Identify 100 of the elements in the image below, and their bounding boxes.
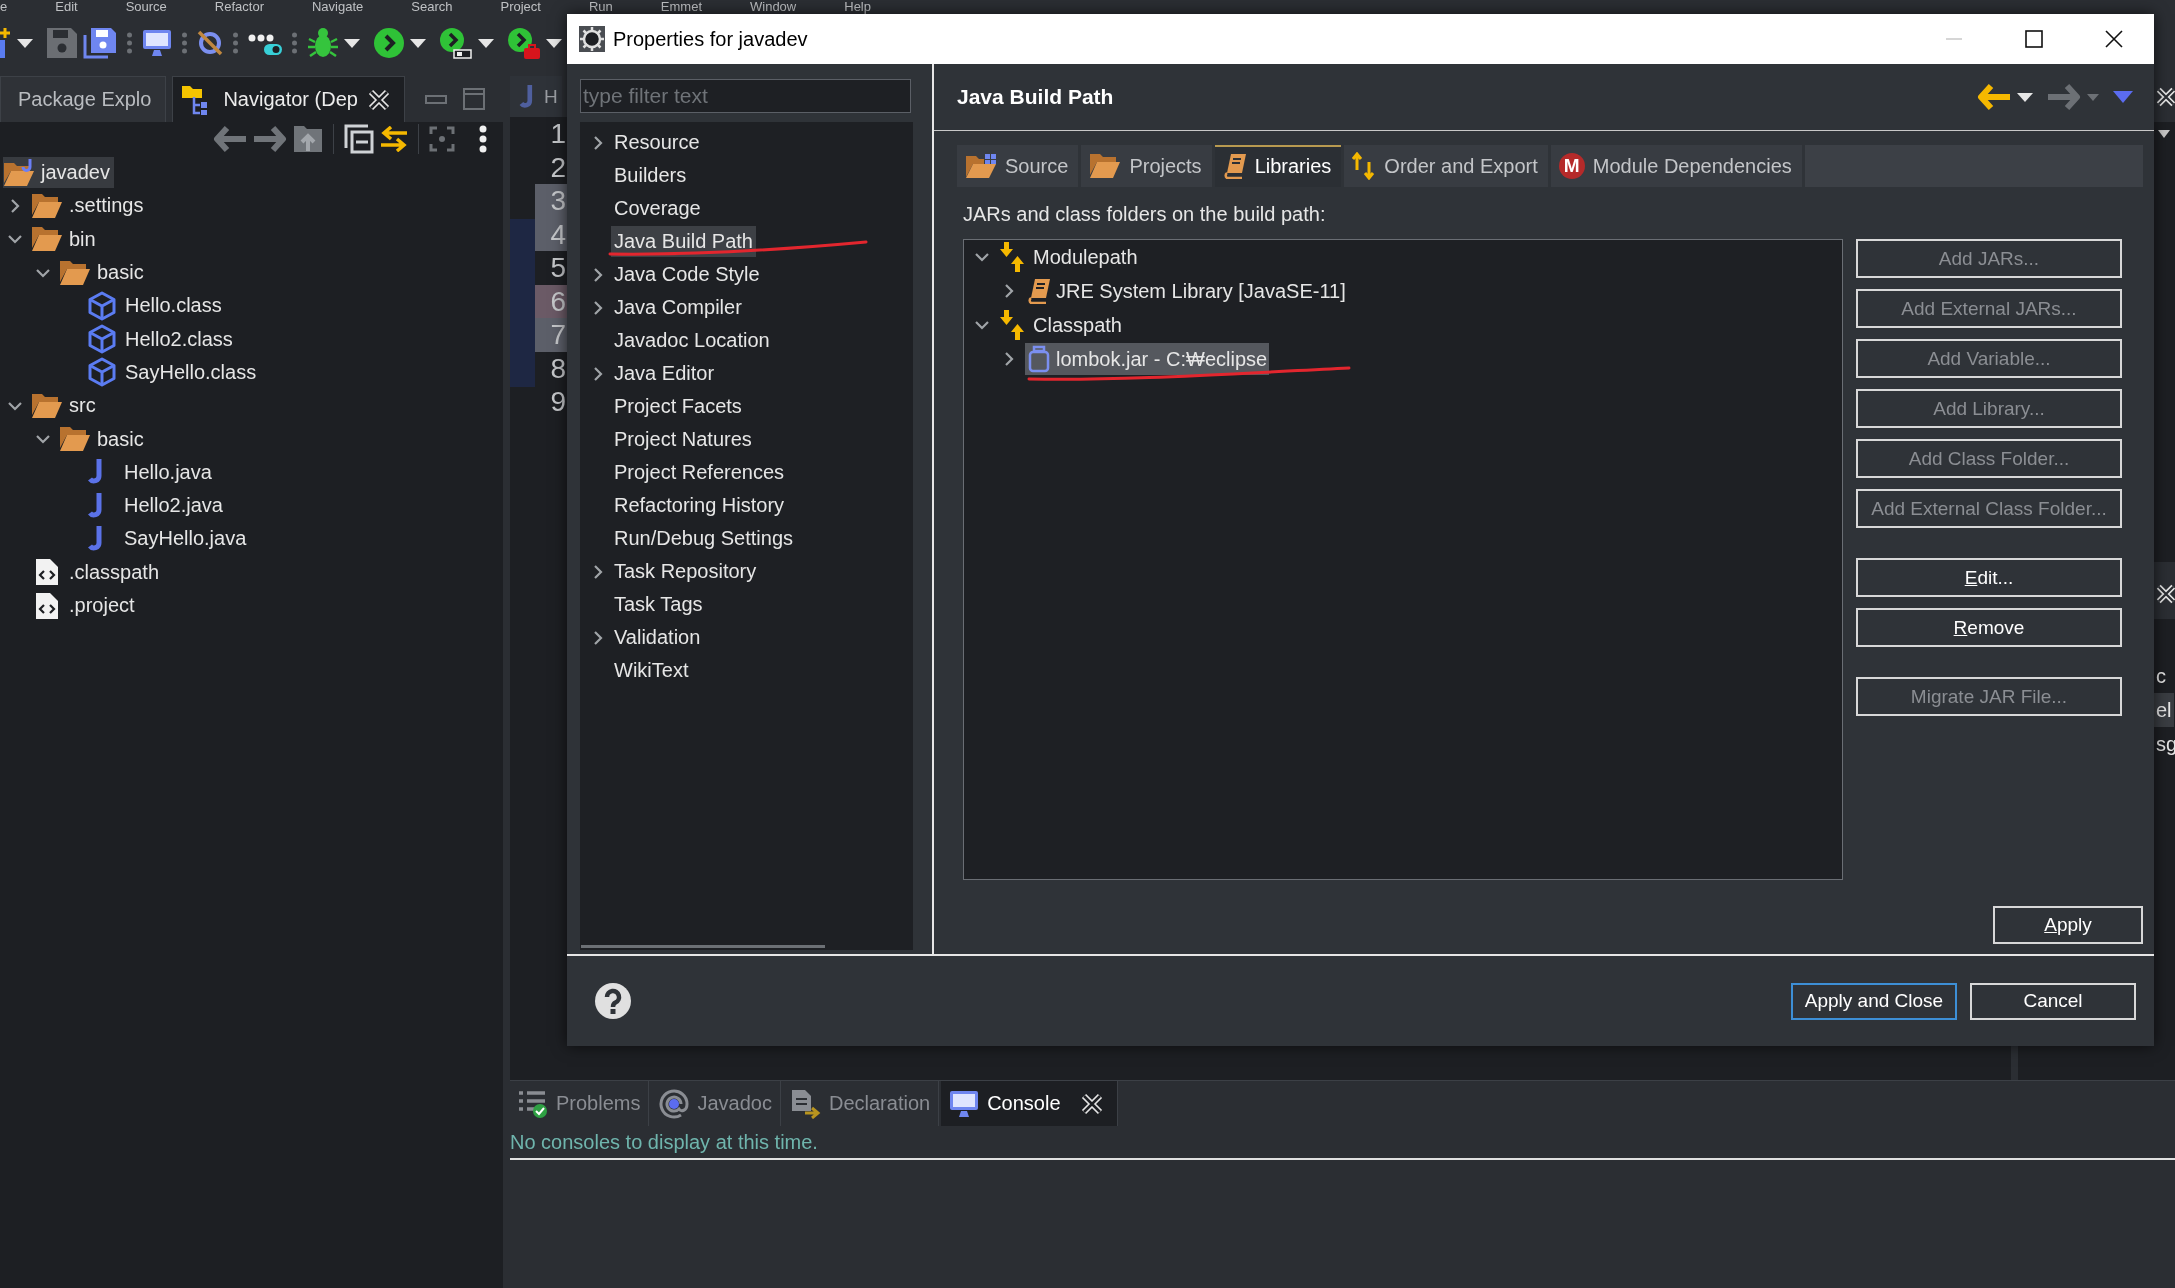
category-item[interactable]: Java Editor [611, 358, 718, 389]
swap-arrows-icon[interactable] [380, 126, 408, 152]
side-list-item[interactable]: sg [2154, 727, 2175, 761]
view-tab[interactable]: Navigator (Dep [172, 76, 405, 122]
forward-arrow-icon[interactable] [253, 125, 287, 153]
menu-item[interactable]: Edit [55, 0, 78, 14]
tree-item[interactable]: Classpath [998, 309, 1124, 341]
up-folder-icon[interactable] [293, 125, 323, 153]
action-button[interactable]: Remove [1856, 608, 2122, 647]
category-item[interactable]: Java Code Style [611, 259, 763, 290]
dialog-button[interactable]: Cancel [1970, 982, 2136, 1020]
panel-tab[interactable]: Declaration [783, 1081, 940, 1126]
focus-icon[interactable] [429, 126, 455, 152]
action-button[interactable]: Edit... [1856, 558, 2122, 597]
category-item[interactable]: Validation [611, 622, 704, 653]
menu-item[interactable]: e [0, 0, 8, 14]
category-item[interactable]: WikiText [611, 655, 692, 686]
scrollbar[interactable] [581, 945, 825, 948]
menu-item[interactable]: Run [588, 0, 613, 14]
category-item[interactable]: Builders [611, 160, 690, 191]
bug-icon[interactable] [307, 27, 339, 59]
filter-field[interactable]: type filter text [580, 79, 911, 113]
save-all-icon[interactable] [83, 27, 117, 59]
category-item[interactable]: Java Build Path [611, 226, 756, 257]
side-list-item[interactable]: c [2154, 659, 2168, 693]
close-icon[interactable] [2156, 87, 2175, 107]
menu-item[interactable]: Emmet [660, 0, 702, 14]
category-item[interactable]: Java Compiler [611, 292, 745, 323]
tree-item[interactable]: lombok.jar - C:₩eclipse [1025, 343, 1270, 375]
page-tab[interactable]: M Module Dependencies [1550, 145, 1805, 187]
menu-item[interactable]: Search [411, 0, 453, 14]
panel-tab[interactable]: Console [941, 1081, 1118, 1126]
tree-item[interactable]: Hello2.class [87, 323, 237, 355]
apply-button[interactable]: Apply [1993, 906, 2143, 944]
tree-item[interactable]: basic [59, 257, 148, 289]
page-tab[interactable]: Order and Export [1344, 145, 1551, 187]
category-item[interactable]: Project Facets [611, 391, 745, 422]
maximize-icon[interactable] [2025, 30, 2043, 48]
menu-item[interactable]: Window [750, 0, 797, 14]
monitor-icon[interactable] [142, 29, 172, 57]
page-tab[interactable]: Libraries [1214, 145, 1345, 187]
back-arrow-icon[interactable] [1977, 83, 2011, 111]
tree-item[interactable]: Hello.java [87, 456, 216, 488]
tree-item[interactable]: bin [31, 223, 100, 255]
menu-item[interactable]: Navigate [312, 0, 364, 14]
panel-tab[interactable]: Problems [510, 1081, 650, 1126]
category-item[interactable]: Resource [611, 127, 703, 158]
tree-item[interactable]: SayHello.java [87, 523, 251, 555]
menu-item[interactable]: Refactor [214, 0, 264, 14]
category-item[interactable]: Javadoc Location [611, 325, 773, 356]
category-item[interactable]: Refactoring History [611, 490, 788, 521]
page-tab[interactable]: Source [957, 145, 1082, 187]
menu-item[interactable]: Project [500, 0, 541, 14]
forward-arrow-icon[interactable] [2047, 83, 2081, 111]
back-arrow-icon[interactable] [213, 125, 247, 153]
menu-item[interactable]: Help [844, 0, 871, 14]
category-item[interactable]: Project Natures [611, 424, 755, 455]
side-list-item[interactable]: el [2154, 693, 2174, 727]
help-icon[interactable] [594, 982, 632, 1020]
tree-item[interactable]: Hello.class [87, 290, 226, 322]
save-icon[interactable] [46, 27, 78, 59]
tree-item[interactable]: SayHello.class [87, 356, 261, 388]
menu-item[interactable]: Source [125, 0, 167, 14]
close-icon[interactable] [2105, 30, 2123, 48]
editor-tab[interactable]: H [510, 76, 562, 117]
tree-item[interactable]: basic [59, 423, 148, 455]
collapse-all-icon[interactable] [344, 124, 374, 154]
tree-item[interactable]: .classpath [31, 556, 164, 588]
caret-icon[interactable] [2017, 92, 2033, 102]
page-tab[interactable]: Projects [1081, 145, 1215, 187]
caret-icon[interactable] [546, 38, 562, 48]
kebab-menu-icon[interactable] [479, 125, 487, 153]
category-item[interactable]: Run/Debug Settings [611, 523, 796, 554]
category-item[interactable]: Project References [611, 457, 788, 488]
category-item[interactable]: Task Tags [611, 589, 706, 620]
tree-item[interactable]: Modulepath [998, 241, 1140, 273]
slashed-circle-icon[interactable] [197, 30, 223, 56]
run-toggle-icon[interactable] [439, 27, 473, 59]
category-item[interactable]: Coverage [611, 193, 704, 224]
dialog-button[interactable]: Apply and Close [1791, 982, 1957, 1020]
tree-item[interactable]: JRE System Library [JavaSE-11] [1025, 275, 1348, 307]
tree-item[interactable]: .project [31, 590, 139, 621]
category-item[interactable]: Task Repository [611, 556, 760, 587]
tree-item[interactable]: src [31, 390, 100, 422]
caret-icon[interactable] [2158, 130, 2170, 138]
plus-icon[interactable] [0, 28, 12, 58]
caret-icon[interactable] [478, 38, 494, 48]
panel-tab[interactable]: Javadoc [651, 1081, 781, 1126]
folder-icon [31, 226, 63, 253]
tree-item[interactable]: javadev [3, 157, 114, 189]
caret-icon[interactable] [17, 38, 33, 48]
run-toolbox-icon[interactable] [507, 27, 541, 59]
minimize-icon[interactable] [425, 94, 447, 104]
caret-icon[interactable] [344, 38, 360, 48]
close-icon[interactable] [2156, 584, 2175, 604]
run-icon[interactable] [373, 27, 405, 59]
tree-item[interactable]: .settings [31, 190, 148, 222]
tree-item[interactable]: Hello2.java [87, 490, 227, 522]
view-tab[interactable]: Package Explo [0, 76, 167, 122]
caret-icon[interactable] [410, 38, 426, 48]
